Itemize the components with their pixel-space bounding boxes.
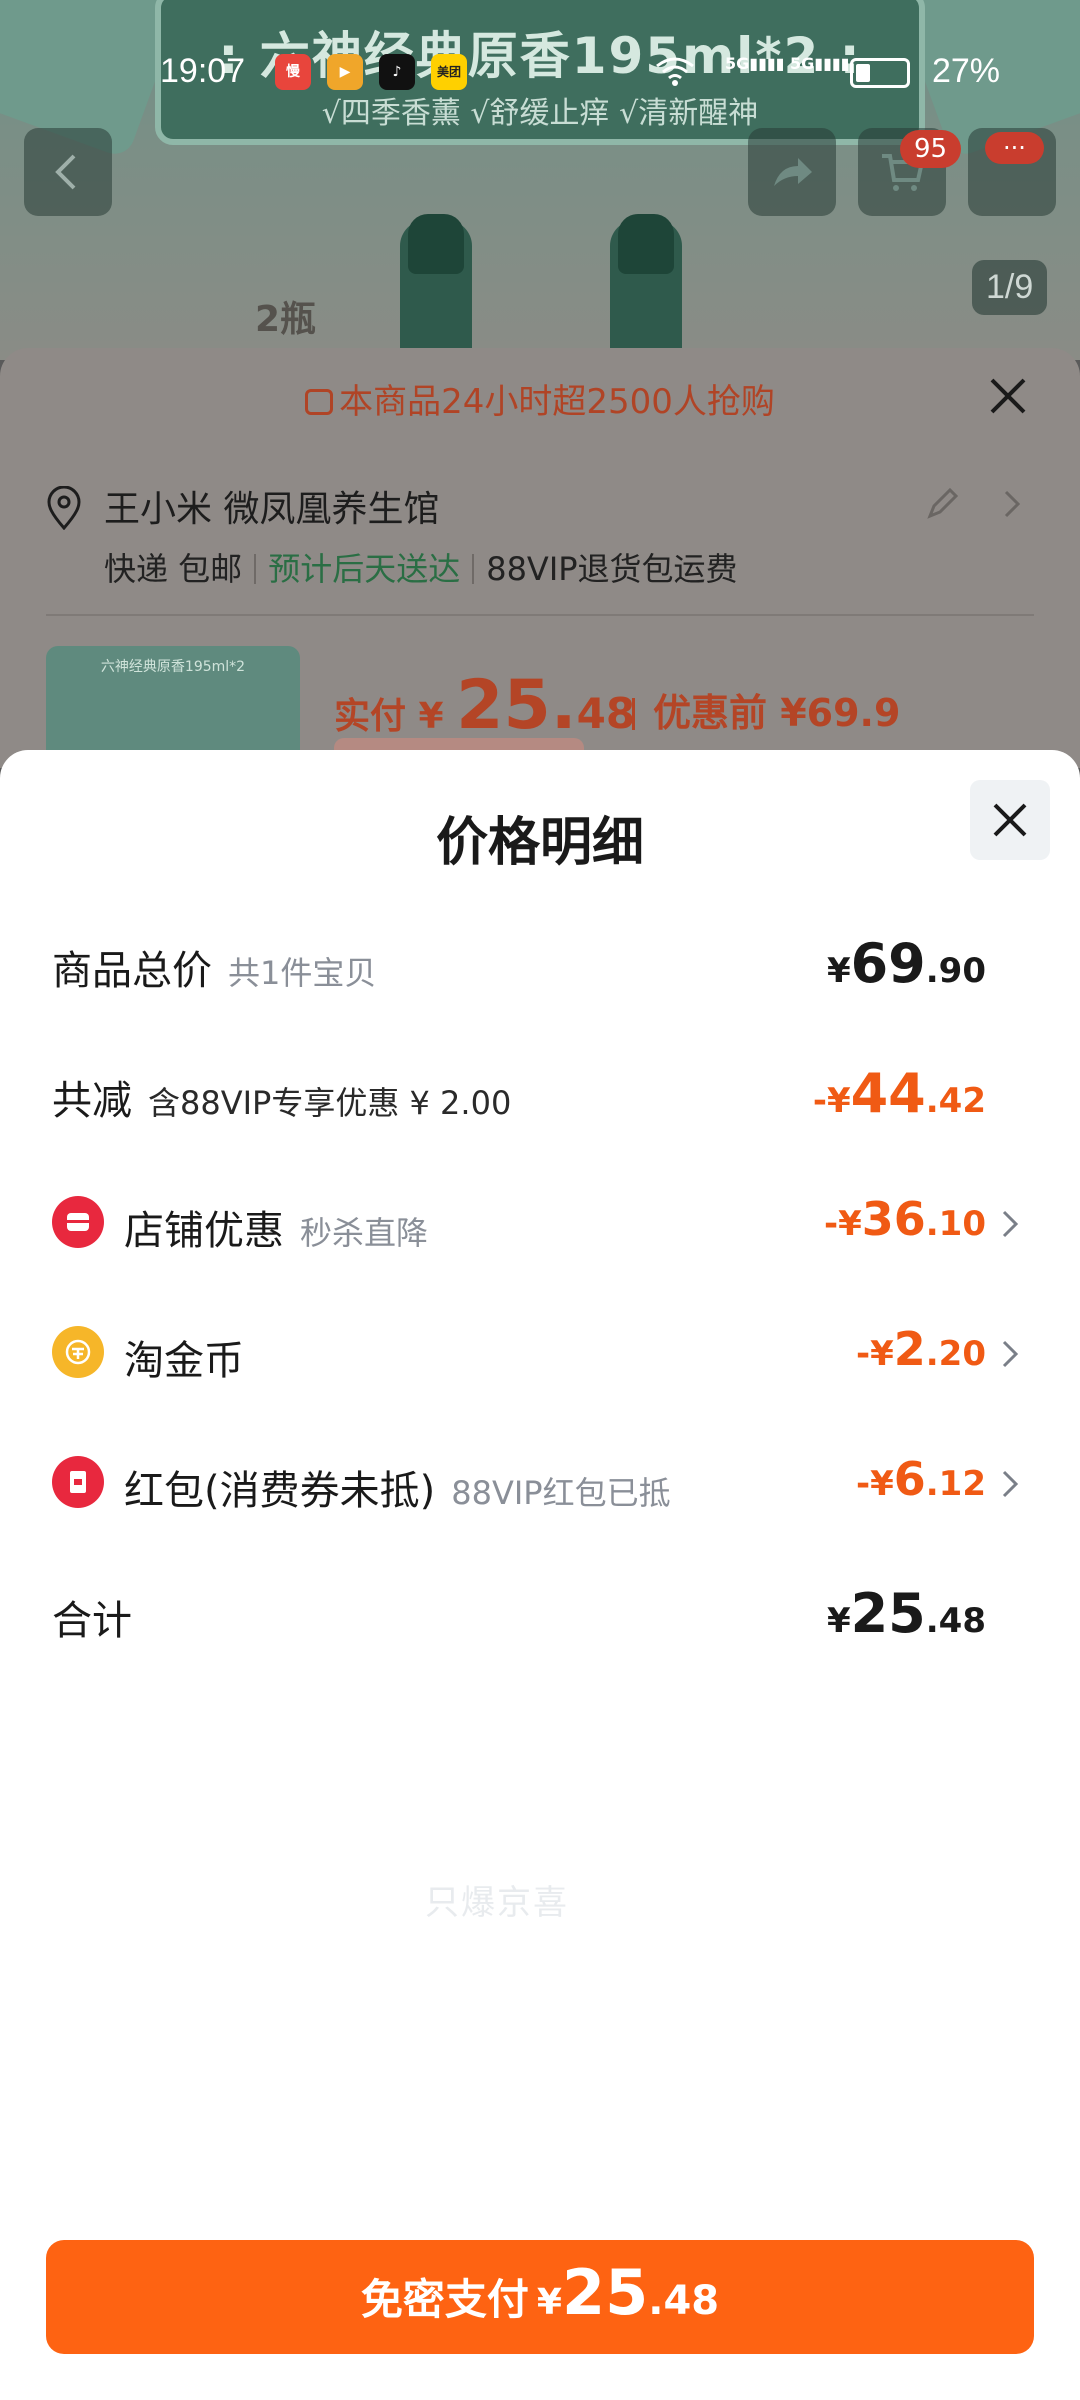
row-item-total: 商品总价 共1件宝贝 ¥69.90	[0, 920, 1080, 1010]
row-amount: ¥69.90	[826, 932, 986, 995]
close-icon	[993, 803, 1027, 837]
chevron-right-icon	[1002, 1470, 1019, 1498]
location-pin-icon	[47, 486, 81, 530]
shipping-row: 快递 包邮 预计后天送达 88VIP退货包运费	[104, 544, 738, 590]
signal-5g-icon: 5G▮▮▮▮	[790, 54, 850, 73]
row-total-discount: 共减 含88VIP专享优惠 ¥ 2.00 -¥44.42	[0, 1050, 1080, 1140]
row-taojinbi[interactable]: 淘金币 -¥2.20	[0, 1310, 1080, 1400]
chevron-right-icon	[1002, 1210, 1019, 1238]
row-label: 共减 含88VIP专享优惠 ¥ 2.00	[52, 1078, 512, 1124]
row-shop-discount[interactable]: 店铺优惠 秒杀直降 -¥36.10	[0, 1180, 1080, 1270]
paid-label: 实付 ¥	[334, 696, 457, 737]
rush-banner: 本商品24小时超2500人抢购	[0, 374, 1080, 423]
share-button[interactable]	[748, 128, 836, 216]
password-free-pay-button[interactable]: 免密支付 ¥25.48	[46, 2240, 1034, 2354]
product-bottle-image	[400, 214, 472, 360]
order-sheet: 本商品24小时超2500人抢购 王小米 微凤凰养生馆 快递 包邮 预计后天送达 88…	[0, 348, 1080, 798]
paid-amount: 实付 ¥ 25.48	[334, 666, 635, 745]
tiktok-icon: ♪	[379, 54, 415, 90]
row-red-packet[interactable]: 红包(消费券未抵) 88VIP红包已抵 -¥6.12	[0, 1440, 1080, 1530]
paid-dec: 48	[576, 689, 636, 738]
back-button[interactable]	[24, 128, 112, 216]
paid-int: 25.	[456, 666, 577, 745]
row-label: 店铺优惠 秒杀直降	[124, 1208, 429, 1254]
red-packet-icon	[52, 1456, 104, 1508]
back-arrow-icon	[55, 154, 76, 190]
row-label: 合计	[52, 1598, 132, 1644]
bag-icon	[305, 389, 334, 415]
row-sub: 共1件宝贝	[228, 954, 377, 992]
battery-percent: 27%	[931, 52, 1000, 90]
divider	[46, 614, 1034, 616]
row-amount: -¥44.42	[812, 1062, 986, 1125]
product-gallery[interactable]: : 六神经典原香195ml*2 : √四季香薰 √舒缓止痒 √清新醒神 2瓶 9…	[0, 0, 1080, 360]
wifi-icon	[656, 57, 694, 86]
image-counter: 1/9	[972, 260, 1048, 315]
row-label: 商品总价 共1件宝贝	[52, 948, 377, 994]
chevron-right-icon[interactable]	[1000, 488, 1024, 520]
app-notification-icon: 慢	[275, 54, 311, 90]
product-bottle-image	[610, 214, 682, 360]
row-sub: 88VIP红包已抵	[451, 1474, 671, 1512]
pay-int: 25	[561, 2256, 649, 2329]
row-grand-total: 合计 ¥25.48	[0, 1570, 1080, 1660]
shipping-express: 快递 包邮	[104, 550, 243, 588]
shipping-eta: 预计后天送达	[268, 550, 461, 588]
two-bottle-label: 2瓶	[255, 299, 317, 340]
shipping-return: 88VIP退货包运费	[486, 550, 738, 588]
close-button[interactable]	[970, 780, 1050, 860]
rush-text: 本商品24小时超2500人抢购	[339, 382, 775, 422]
battery-icon	[850, 58, 910, 88]
price-before-discount: 优惠前 ¥69.9	[632, 682, 900, 737]
close-icon[interactable]	[988, 376, 1028, 416]
row-amount: ¥25.48	[826, 1582, 986, 1645]
shop-icon	[52, 1196, 104, 1248]
chevron-right-icon	[1002, 1340, 1019, 1368]
status-bar: 19:07 慢 ▶ ♪ 美团 5G▮▮▮▮ 5G▮▮▮▮ 27%	[0, 0, 1080, 120]
row-amount: -¥6.12	[855, 1452, 986, 1506]
pay-button-content: 免密支付 ¥25.48	[46, 2256, 1034, 2329]
more-badge: ···	[985, 132, 1044, 164]
row-label: 淘金币	[124, 1338, 244, 1384]
edit-icon[interactable]	[924, 486, 960, 522]
price-detail-sheet: 价格明细 商品总价 共1件宝贝 ¥69.90 共减 含88VIP专享优惠 ¥ 2.0…	[0, 750, 1080, 2400]
watermark: 只爆京喜	[425, 1883, 569, 1923]
row-label: 红包(消费券未抵) 88VIP红包已抵	[124, 1468, 671, 1514]
row-amount: -¥36.10	[823, 1192, 986, 1246]
pay-label: 免密支付	[360, 2275, 529, 2324]
before-label: 优惠前 ¥69.9	[653, 691, 901, 735]
status-time: 19:07	[160, 52, 246, 90]
cart-count-badge: 95	[900, 130, 962, 168]
sheet-title: 价格明细	[435, 813, 644, 873]
pay-currency: ¥	[536, 2282, 562, 2323]
row-sub: 含88VIP专享优惠 ¥ 2.00	[148, 1084, 512, 1122]
row-amount: -¥2.20	[855, 1322, 986, 1376]
signal-5g-icon: 5G▮▮▮▮	[725, 54, 785, 73]
address-name[interactable]: 王小米 微凤凰养生馆	[104, 480, 439, 532]
row-sub: 秒杀直降	[300, 1214, 429, 1252]
app-notification-icon: ▶	[327, 54, 363, 90]
meituan-icon: 美团	[431, 54, 467, 90]
pay-dec: .48	[648, 2278, 720, 2324]
share-icon	[774, 158, 812, 186]
coin-icon	[52, 1326, 104, 1378]
thumbnail-title: 六神经典原香195ml*2	[100, 659, 246, 675]
